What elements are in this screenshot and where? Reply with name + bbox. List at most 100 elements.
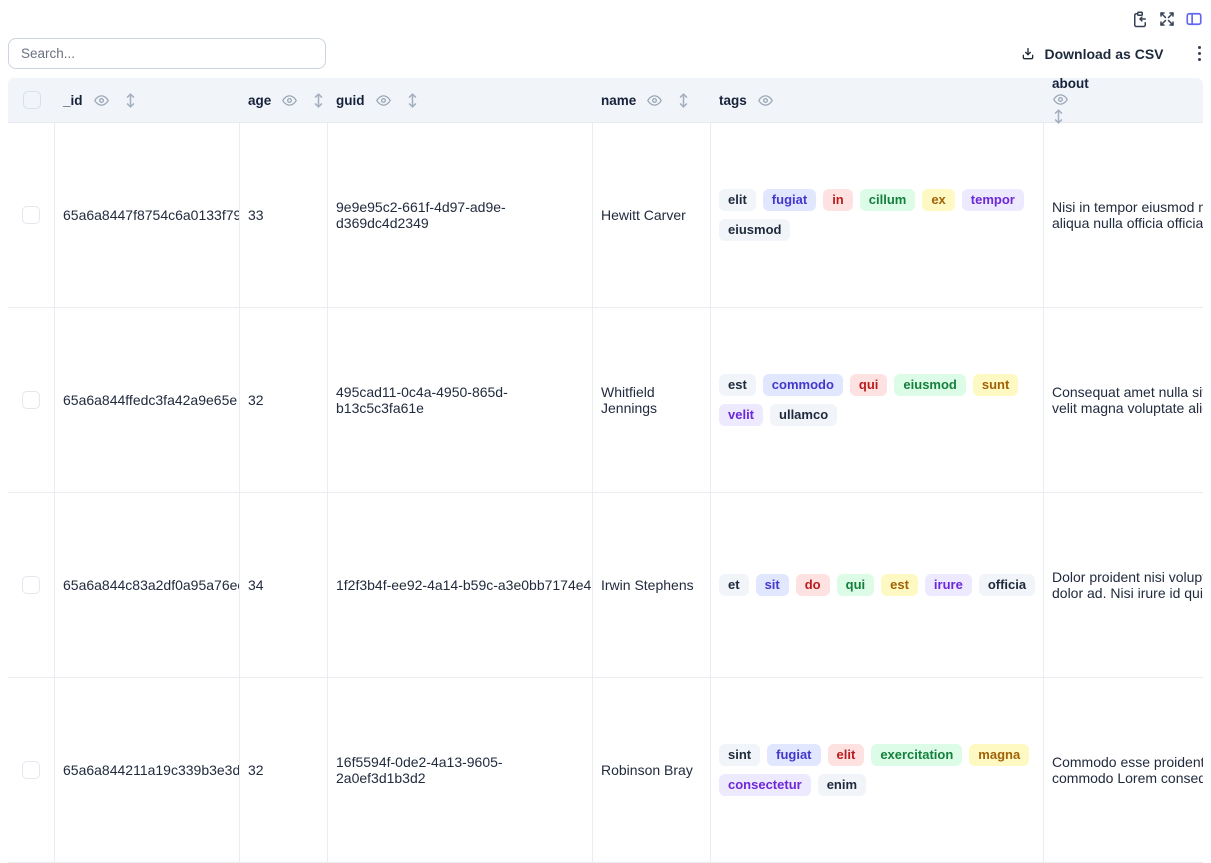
tag-pill: cillum: [860, 189, 916, 211]
header-checkbox-cell: [8, 78, 55, 122]
cell-_id: 65a6a844ffedc3fa42a9e65e: [55, 308, 240, 492]
cell-_id-text: 65a6a844211a19c339b3e3d3: [63, 762, 240, 778]
tag-pill: est: [881, 574, 918, 596]
about-text-line: Commodo esse proident ex: [1052, 754, 1203, 770]
cell-age-text: 32: [248, 392, 264, 408]
row-checkbox[interactable]: [22, 206, 40, 224]
sort-icon[interactable]: [677, 92, 690, 109]
cell-tags: etsitdoquiestirureofficia: [711, 493, 1044, 677]
sort-icon[interactable]: [124, 92, 137, 109]
visibility-toggle-icon[interactable]: [646, 92, 663, 109]
about-text-line: commodo Lorem consequat: [1052, 770, 1203, 786]
cell-guid: 1f2f3b4f-ee92-4a14-b59c-a3e0bb7174e4: [328, 493, 593, 677]
visibility-toggle-icon[interactable]: [757, 92, 774, 109]
cell-_id-text: 65a6a844ffedc3fa42a9e65e: [63, 392, 237, 408]
cell-name: Robinson Bray: [593, 678, 711, 862]
column-label-age: age: [248, 93, 271, 108]
tag-pill: sint: [719, 744, 760, 766]
tag-pill: elit: [828, 744, 865, 766]
table-header-row: _id age guid name tags about: [8, 78, 1203, 123]
cell-name-text: Robinson Bray: [601, 762, 693, 778]
tag-pill: tempor: [962, 189, 1024, 211]
column-header-guid: guid: [328, 78, 593, 122]
sort-icon[interactable]: [1052, 108, 1065, 125]
tag-pill: in: [823, 189, 853, 211]
about-text-line: Consequat amet nulla sit au: [1052, 384, 1203, 400]
cell-about: Dolor proident nisi voluptatedolor ad. N…: [1044, 493, 1203, 677]
table-row: 65a6a844211a19c339b3e3d33216f5594f-0de2-…: [8, 678, 1203, 863]
cell-guid: 16f5594f-0de2-4a13-9605-2a0ef3d1b3d2: [328, 678, 593, 862]
about-text-line: dolor ad. Nisi irure id quis es: [1052, 585, 1203, 601]
table-row: 65a6a8447f8754c6a0133f79 33 9e9e95c2-661f-…: [8, 123, 1203, 308]
sort-icon[interactable]: [406, 92, 419, 109]
cell-tags: sintfugiatelitexercitationmagnaconsectet…: [711, 678, 1044, 862]
tag-pill: magna: [969, 744, 1029, 766]
column-label-_id: _id: [63, 93, 83, 108]
cell-name: Irwin Stephens: [593, 493, 711, 677]
download-csv-label: Download as CSV: [1044, 46, 1163, 62]
clipboard-export-icon[interactable]: [1131, 10, 1149, 28]
cell-name: Hewitt Carver: [593, 123, 711, 307]
search-input[interactable]: [8, 38, 326, 69]
tag-pill: et: [719, 574, 749, 596]
visibility-toggle-icon[interactable]: [375, 92, 392, 109]
cell-_id: 65a6a844c83a2df0a95a76ee: [55, 493, 240, 677]
row-checkbox[interactable]: [22, 391, 40, 409]
controls-row: Download as CSV: [0, 27, 1211, 69]
tag-pill: eiusmod: [894, 374, 965, 396]
row-checkbox[interactable]: [22, 576, 40, 594]
top-icon-bar: [0, 0, 1211, 27]
tag-pill: ex: [922, 189, 954, 211]
row-checkbox-cell: [8, 123, 55, 307]
cell-tags: estcommodoquieiusmodsuntvelitullamco: [711, 308, 1044, 492]
tag-pill: irure: [925, 574, 972, 596]
tag-pill: exercitation: [871, 744, 962, 766]
table-body: 65a6a8447f8754c6a0133f79 33 9e9e95c2-661f-…: [8, 123, 1203, 863]
cell-about: Nisi in tempor eiusmod nullaaliqua nulla…: [1044, 123, 1203, 307]
tag-pill: elit: [719, 189, 756, 211]
visibility-toggle-icon[interactable]: [93, 92, 110, 109]
tag-pill: velit: [719, 404, 763, 426]
column-header-age: age: [240, 78, 328, 122]
visibility-toggle-icon[interactable]: [281, 92, 298, 109]
row-checkbox[interactable]: [22, 761, 40, 779]
select-all-checkbox[interactable]: [23, 91, 41, 109]
cell-_id: 65a6a8447f8754c6a0133f79: [55, 123, 240, 307]
table-view-icon[interactable]: [1185, 10, 1203, 28]
tags-list: estcommodoquieiusmodsuntvelitullamco: [719, 374, 1043, 427]
visibility-toggle-icon[interactable]: [1052, 91, 1069, 108]
cell-age-text: 34: [248, 577, 264, 593]
tag-pill: qui: [837, 574, 875, 596]
cell-guid-text: 1f2f3b4f-ee92-4a14-b59c-a3e0bb7174e4: [336, 577, 591, 593]
cell-age: 34: [240, 493, 328, 677]
tag-pill: est: [719, 374, 756, 396]
cell-guid: 495cad11-0c4a-4950-865d-b13c5c3fa61e: [328, 308, 593, 492]
column-header-name: name: [593, 78, 711, 122]
fullscreen-icon[interactable]: [1158, 10, 1176, 28]
column-header-tags: tags: [711, 78, 1044, 122]
table-row: 65a6a844c83a2df0a95a76ee 34 1f2f3b4f-ee92-…: [8, 493, 1203, 678]
tag-pill: commodo: [763, 374, 843, 396]
about-text-line: Dolor proident nisi voluptate: [1052, 569, 1203, 585]
tag-pill: sit: [756, 574, 789, 596]
column-label-about: about: [1052, 76, 1089, 91]
tag-pill: qui: [850, 374, 888, 396]
column-label-guid: guid: [336, 93, 365, 108]
cell-name-text: Irwin Stephens: [601, 577, 694, 593]
row-checkbox-cell: [8, 493, 55, 677]
cell-age: 32: [240, 678, 328, 862]
sort-icon[interactable]: [312, 92, 325, 109]
tag-pill: do: [796, 574, 830, 596]
right-controls: Download as CSV: [1014, 44, 1203, 64]
cell-age-text: 33: [248, 207, 264, 223]
cell-guid: 9e9e95c2-661f-4d97-ad9e-d369dc4d2349: [328, 123, 593, 307]
row-checkbox-cell: [8, 678, 55, 862]
cell-name-text: Whitfield Jennings: [601, 384, 710, 416]
more-options-icon[interactable]: [1196, 44, 1204, 64]
cell-age: 33: [240, 123, 328, 307]
tags-list: elitfugiatincillumextemporeiusmod: [719, 189, 1043, 242]
column-label-name: name: [601, 93, 636, 108]
about-text-line: aliqua nulla officia officia. Ad: [1052, 215, 1203, 231]
download-icon: [1020, 46, 1036, 62]
download-csv-button[interactable]: Download as CSV: [1014, 45, 1169, 63]
